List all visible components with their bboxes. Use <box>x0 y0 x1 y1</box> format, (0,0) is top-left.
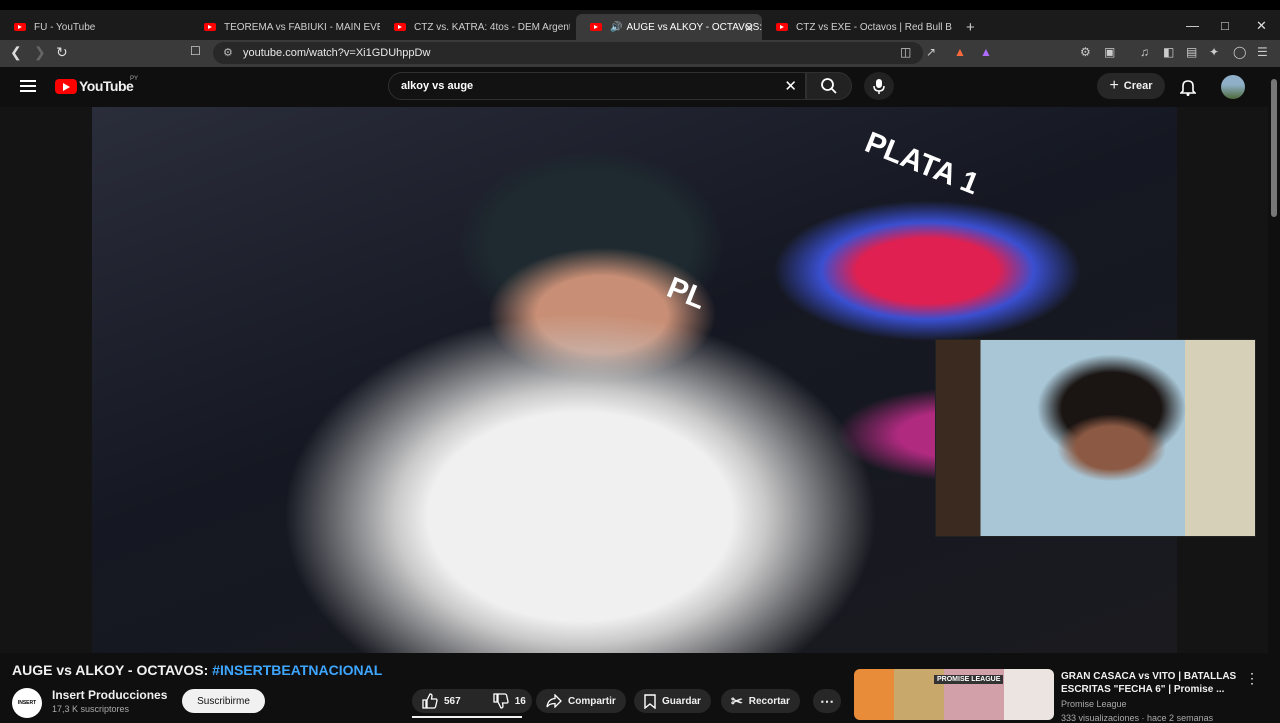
browser-tab-1[interactable]: FU - YouTube <box>0 14 190 40</box>
microphone-icon <box>873 79 885 94</box>
media-icon[interactable]: ♫ <box>1140 45 1149 59</box>
recommendation-channel[interactable]: Promise League <box>1061 699 1127 709</box>
browser-tab-4-active[interactable]: 🔊 AUGE vs ALKOY - OCTAVOS:# ✕ <box>576 14 762 40</box>
youtube-favicon-icon <box>776 23 788 31</box>
maximize-icon[interactable]: □ <box>1221 18 1229 33</box>
wallet-icon[interactable]: ▣ <box>1104 45 1115 59</box>
like-count: 567 <box>444 695 461 707</box>
webcam-overlay <box>935 339 1256 537</box>
subscriber-count: 17,3 K suscriptores <box>52 704 130 714</box>
clear-search-icon[interactable]: ✕ <box>784 77 797 95</box>
dislike-button[interactable]: 16 <box>483 689 536 713</box>
minimize-icon[interactable]: — <box>1186 18 1199 33</box>
tab-label: CTZ vs EXE - Octavos | Red Bull Batalla <box>796 21 952 33</box>
search-input[interactable]: alkoy vs auge ✕ <box>388 72 806 100</box>
speaker-icon: 🔊 <box>610 21 623 33</box>
clip-label: Recortar <box>748 695 790 707</box>
brave-shields-icon[interactable]: ▲ <box>954 45 966 59</box>
new-tab-button[interactable]: + <box>952 14 982 40</box>
share-label: Compartir <box>568 695 616 707</box>
vpn-shield-icon[interactable]: ◯ <box>1233 45 1246 59</box>
address-bar[interactable]: ⚙ youtube.com/watch?v=Xi1GDUhppDw <box>213 42 923 64</box>
recommendation-thumbnail[interactable]: PROMISE LEAGUE <box>854 669 1054 720</box>
dislike-count: 16 <box>514 695 526 707</box>
youtube-favicon-icon <box>590 23 602 31</box>
sidebar-icon[interactable]: ◧ <box>1163 45 1174 59</box>
search-button[interactable] <box>806 72 852 100</box>
account-avatar[interactable] <box>1221 75 1245 99</box>
video-title: AUGE vs ALKOY - OCTAVOS: #INSERTBEATNACI… <box>12 662 382 678</box>
tab-label: TEOREMA vs FABIUKI - MAIN EVENT <box>224 21 380 33</box>
leo-ai-icon[interactable]: ✦ <box>1209 45 1219 59</box>
thumbs-up-icon <box>422 693 438 709</box>
scissors-icon: ✂ <box>731 692 743 709</box>
logo-text: YouTube <box>79 78 134 94</box>
browser-tab-3[interactable]: CTZ vs. KATRA: 4tos - DEM Argentina <box>380 14 570 40</box>
youtube-favicon-icon <box>394 23 406 31</box>
tab-label: CTZ vs. KATRA: 4tos - DEM Argentina <box>414 21 570 33</box>
browser-nav-bar: ❮ ❯ ↻ ☐ ⚙ youtube.com/watch?v=Xi1GDUhppD… <box>0 40 1280 67</box>
page-scrollbar[interactable] <box>1268 67 1280 720</box>
youtube-header: YouTube PY alkoy vs auge ✕ + Crear <box>0 67 1280 107</box>
video-player[interactable]: PLATA 1 PL <box>0 107 1268 653</box>
youtube-favicon-icon <box>14 23 26 31</box>
url-text: youtube.com/watch?v=Xi1GDUhppDw <box>243 47 431 59</box>
thumbs-down-icon <box>493 693 509 709</box>
channel-name[interactable]: Insert Producciones <box>52 688 167 702</box>
video-overlay-text: PLATA 1 <box>860 125 984 202</box>
voice-search-button[interactable] <box>864 72 894 100</box>
bookmark-icon[interactable]: ☐ <box>190 44 201 58</box>
hamburger-menu-icon[interactable] <box>20 80 36 92</box>
tab-label: FU - YouTube <box>34 21 96 33</box>
like-button[interactable]: 567 <box>412 689 471 713</box>
youtube-favicon-icon <box>204 23 216 31</box>
site-info-icon[interactable]: ⚙ <box>223 46 233 59</box>
like-dislike-group: 567 16 <box>412 689 532 713</box>
close-window-icon[interactable]: ✕ <box>1256 18 1267 34</box>
menu-icon[interactable]: ☰ <box>1257 45 1268 59</box>
reload-icon[interactable]: ↻ <box>56 44 68 61</box>
browser-tab-5[interactable]: CTZ vs EXE - Octavos | Red Bull Batalla <box>762 14 952 40</box>
country-code: PY <box>130 76 139 82</box>
rewards-icon[interactable]: ▲ <box>980 45 992 59</box>
create-label: Crear <box>1123 80 1153 92</box>
thumbnail-text: PROMISE LEAGUE <box>934 675 1004 684</box>
recommendation-title[interactable]: GRAN CASACA vs VITO | BATALLAS ESCRITAS … <box>1061 670 1241 696</box>
save-button[interactable]: Guardar <box>634 689 711 713</box>
share-icon <box>546 694 562 708</box>
more-horizontal-icon: ⋯ <box>820 692 834 709</box>
tab-label: AUGE vs ALKOY - OCTAVOS:# <box>626 21 762 33</box>
extensions-icon[interactable]: ⚙ <box>1080 45 1091 59</box>
back-icon[interactable]: ❮ <box>10 44 22 61</box>
search-value: alkoy vs auge <box>401 80 474 92</box>
share-page-icon[interactable]: ↗ <box>926 45 936 59</box>
video-title-text: AUGE vs ALKOY - OCTAVOS: <box>12 662 209 678</box>
notifications-bell-icon[interactable] <box>1180 78 1196 96</box>
bookmark-save-icon <box>644 693 656 709</box>
like-ratio-bar <box>412 716 522 718</box>
close-tab-icon[interactable]: ✕ <box>744 21 754 35</box>
hashtag-link[interactable]: #INSERTBEATNACIONAL <box>212 662 382 678</box>
more-actions-button[interactable]: ⋯ <box>813 689 841 713</box>
youtube-play-icon <box>55 78 77 94</box>
youtube-logo[interactable]: YouTube PY <box>55 76 138 94</box>
recommendation-meta: 333 visualizaciones · hace 2 semanas <box>1061 713 1214 723</box>
forward-icon[interactable]: ❯ <box>34 44 46 61</box>
video-overlay-text: PL <box>662 271 711 317</box>
channel-avatar[interactable]: INSERT <box>12 688 42 718</box>
plus-icon: + <box>1109 77 1119 94</box>
wallet-card-icon[interactable]: ▤ <box>1186 45 1197 59</box>
share-button[interactable]: Compartir <box>536 689 626 713</box>
clip-button[interactable]: ✂ Recortar <box>721 689 800 713</box>
more-vertical-icon[interactable]: ⋮ <box>1245 670 1259 687</box>
subscribe-button[interactable]: Suscribirme <box>182 689 265 713</box>
browser-tab-2[interactable]: TEOREMA vs FABIUKI - MAIN EVENT <box>190 14 380 40</box>
install-app-icon[interactable]: ◫ <box>900 45 911 59</box>
save-label: Guardar <box>662 695 701 707</box>
browser-tab-strip: FU - YouTube TEOREMA vs FABIUKI - MAIN E… <box>0 0 1280 40</box>
scrollbar-thumb[interactable] <box>1271 79 1277 217</box>
create-button[interactable]: + Crear <box>1097 73 1165 99</box>
search-icon <box>821 78 837 94</box>
